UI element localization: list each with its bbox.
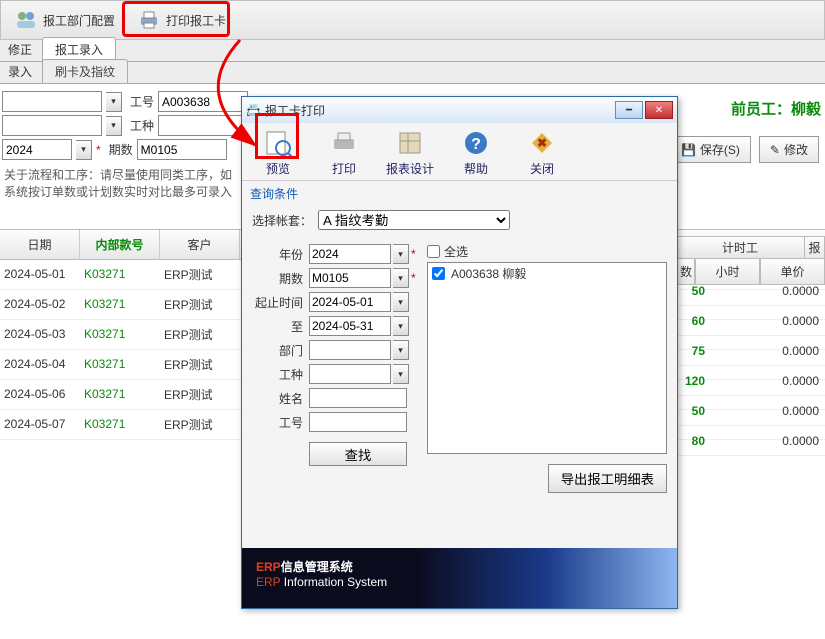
export-button[interactable]: 导出报工明细表 [548, 464, 667, 493]
period-label: 期数 [252, 270, 307, 287]
right-grid-body: 500.0000600.0000750.00001200.0000500.000… [675, 276, 825, 456]
edit-icon: ✎ [770, 143, 780, 157]
dialog-toolbar: 预览 打印 报表设计 ? 帮助 ✖ 关闭 [242, 123, 677, 181]
design-icon [393, 126, 427, 160]
dropdown-toggle[interactable]: ▾ [393, 316, 409, 336]
table-row[interactable]: 1200.0000 [675, 366, 825, 396]
from-date-field[interactable] [309, 292, 391, 312]
print-dialog: 📇 报工卡打印 ━ ✕ 预览 打印 报表设计 ? 帮助 ✖ 关闭 查询条件 选择… [241, 96, 678, 609]
dropdown-toggle[interactable]: ▾ [393, 340, 409, 360]
close-icon: ✖ [525, 126, 559, 160]
dialog-title: 报工卡打印 [265, 102, 611, 119]
name-label: 姓名 [252, 390, 307, 407]
table-row[interactable]: 600.0000 [675, 306, 825, 336]
kind-label: 工种 [126, 117, 154, 134]
users-icon [14, 8, 38, 32]
save-button[interactable]: 💾 保存(S) [670, 136, 751, 163]
print-button[interactable]: 打印 [320, 126, 368, 177]
tab-entry[interactable]: 报工录入 [42, 37, 116, 61]
tab-swipe[interactable]: 刷卡及指纹 [42, 59, 128, 83]
period-field[interactable] [309, 268, 391, 288]
preview-button[interactable]: 预览 [254, 126, 302, 177]
dept-label: 部门 [252, 342, 307, 359]
help-button[interactable]: ? 帮助 [452, 126, 500, 177]
dropdown-toggle[interactable]: ▾ [393, 292, 409, 312]
table-row[interactable]: 750.0000 [675, 336, 825, 366]
workno-field[interactable] [309, 412, 407, 432]
blank-select-1[interactable] [2, 91, 102, 112]
workno-label: 工号 [126, 93, 154, 110]
year-label: 年份 [252, 246, 307, 263]
dialog-icon: 📇 [246, 103, 261, 117]
edit-button[interactable]: ✎ 修改 [759, 136, 819, 163]
to-label: 至 [252, 318, 307, 335]
item-checkbox[interactable] [432, 267, 445, 280]
col-innum: 内部款号 [80, 230, 160, 259]
print-card-label: 打印报工卡 [166, 12, 226, 29]
dialog-footer: ERP信息管理系统 ERP Information System [242, 548, 677, 608]
tab-prefix-1: 修正 [0, 38, 40, 61]
preview-icon [261, 126, 295, 160]
list-item[interactable]: A003638 柳毅 [428, 263, 666, 284]
from-label: 起止时间 [252, 294, 307, 311]
close-window-button[interactable]: ✕ [645, 101, 673, 119]
workno-label: 工号 [252, 414, 307, 431]
select-all-label: 全选 [444, 243, 468, 260]
dialog-titlebar[interactable]: 📇 报工卡打印 ━ ✕ [242, 97, 677, 123]
period-input[interactable] [137, 139, 227, 160]
current-employee: 前员工：柳毅 [731, 98, 821, 119]
required-asterisk: * [411, 247, 416, 261]
item-label: A003638 柳毅 [451, 265, 526, 282]
close-button[interactable]: ✖ 关闭 [518, 126, 566, 177]
tab-prefix-2: 录入 [0, 60, 40, 83]
required-asterisk: * [96, 143, 101, 157]
dropdown-toggle[interactable]: ▾ [393, 244, 409, 264]
year-field[interactable] [309, 244, 391, 264]
save-icon: 💾 [681, 143, 696, 157]
minimize-button[interactable]: ━ [615, 101, 643, 119]
book-label: 选择帐套： [252, 212, 312, 229]
printer-icon [137, 8, 161, 32]
name-field[interactable] [309, 388, 407, 408]
dropdown-toggle[interactable]: ▾ [106, 92, 122, 112]
period-label: 期数 [105, 141, 133, 158]
dept-field[interactable] [309, 340, 391, 360]
table-row[interactable]: 500.0000 [675, 396, 825, 426]
dropdown-toggle[interactable]: ▾ [76, 140, 92, 160]
workno-input[interactable] [158, 91, 248, 112]
tab-row-2: 录入 刷卡及指纹 [0, 62, 825, 84]
kind-field[interactable] [309, 364, 391, 384]
col-customer: 客户 [160, 230, 240, 259]
year-input[interactable] [2, 139, 72, 160]
select-all-checkbox[interactable] [427, 245, 440, 258]
blank-select-2[interactable] [2, 115, 102, 136]
top-toolbar: 报工部门配置 打印报工卡 [0, 0, 825, 40]
col-group-timework: 计时工 [675, 236, 805, 259]
svg-text:?: ? [471, 136, 481, 153]
kind-input[interactable] [158, 115, 248, 136]
to-date-field[interactable] [309, 316, 391, 336]
svg-text:✖: ✖ [537, 136, 547, 150]
col-group-r: 报 [805, 236, 825, 259]
book-select[interactable]: A 指纹考勤 [318, 210, 510, 230]
employee-list[interactable]: A003638 柳毅 [427, 262, 667, 454]
dropdown-toggle[interactable]: ▾ [393, 364, 409, 384]
dept-config-button[interactable]: 报工部门配置 [3, 4, 126, 36]
dropdown-toggle[interactable]: ▾ [393, 268, 409, 288]
printer-icon [327, 126, 361, 160]
dept-config-label: 报工部门配置 [43, 12, 115, 29]
param-fields: 年份▾* 期数▾* 起止时间▾ 至▾ 部门▾ 工种▾ 姓名 工号 查找 [252, 240, 417, 493]
design-button[interactable]: 报表设计 [386, 126, 434, 177]
kind-label: 工种 [252, 366, 307, 383]
required-asterisk: * [411, 271, 416, 285]
query-section-label: 查询条件 [242, 181, 677, 206]
table-row[interactable]: 800.0000 [675, 426, 825, 456]
help-icon: ? [459, 126, 493, 160]
table-row[interactable]: 500.0000 [675, 276, 825, 306]
col-date: 日期 [0, 230, 80, 259]
dropdown-toggle[interactable]: ▾ [106, 116, 122, 136]
print-card-button[interactable]: 打印报工卡 [126, 4, 237, 36]
search-button[interactable]: 查找 [309, 442, 407, 466]
